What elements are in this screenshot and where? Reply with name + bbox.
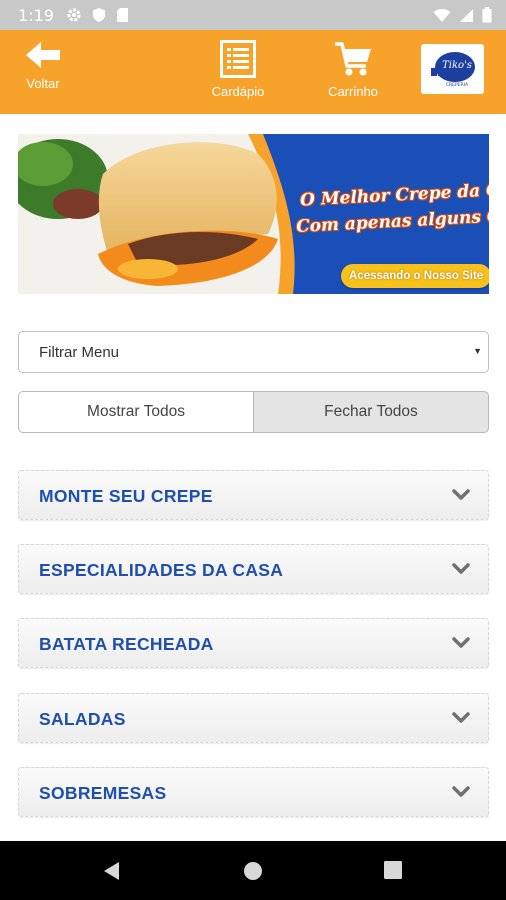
shopping-cart-icon xyxy=(335,42,371,76)
status-time: 1:19 xyxy=(18,6,54,25)
category-saladas[interactable]: SALADAS xyxy=(18,693,489,743)
nav-back-icon[interactable] xyxy=(102,861,122,881)
expand-toggle-group: Mostrar Todos Fechar Todos xyxy=(18,391,489,433)
wifi-icon xyxy=(433,8,451,22)
chevron-down-icon xyxy=(452,786,470,797)
filter-menu-select[interactable]: Filtrar Menu ▼ xyxy=(18,331,489,373)
back-label: Voltar xyxy=(26,76,60,91)
banner-headline: O Melhor Crepe da Cidade xyxy=(299,177,489,211)
category-title: SOBREMESAS xyxy=(39,783,167,803)
brand-logo[interactable]: Tiko's CREPERIA xyxy=(421,44,484,94)
filter-menu-value: Filtrar Menu xyxy=(39,344,120,361)
logo-subtext: CREPERIA xyxy=(445,82,468,88)
signal-icon xyxy=(460,8,473,22)
category-sobremesas[interactable]: SOBREMESAS xyxy=(18,767,489,817)
category-title: ESPECIALIDADES DA CASA xyxy=(39,560,284,580)
chevron-down-icon xyxy=(452,489,470,500)
menu-label: Cardápio xyxy=(211,84,265,99)
sd-card-icon xyxy=(117,8,128,22)
app-bar: Voltar Cardápio Carrinho Tiko's CREPERIA xyxy=(0,30,506,114)
cart-button[interactable]: Carrinho xyxy=(323,40,383,99)
system-navigation-bar xyxy=(0,841,506,900)
category-title: BATATA RECHEADA xyxy=(39,634,214,654)
menu-button[interactable]: Cardápio xyxy=(207,40,269,99)
close-all-button[interactable]: Fechar Todos xyxy=(254,391,489,433)
nav-recents-icon[interactable] xyxy=(384,861,402,879)
banner-cta-button[interactable]: Acessando o Nosso Site xyxy=(341,264,489,288)
cart-label: Carrinho xyxy=(328,84,378,99)
promo-banner[interactable]: O Melhor Crepe da Cidade Com apenas algu… xyxy=(18,134,489,294)
nav-home-icon[interactable] xyxy=(243,861,263,881)
chevron-down-icon xyxy=(452,563,470,574)
category-monte-seu-crepe[interactable]: MONTE SEU CREPE xyxy=(18,470,489,520)
menu-list-icon xyxy=(220,40,256,78)
brand-logo-image: Tiko's CREPERIA xyxy=(430,52,475,88)
category-especialidades-da-casa[interactable]: ESPECIALIDADES DA CASA xyxy=(18,544,489,594)
status-icons-left xyxy=(66,7,129,23)
shield-icon xyxy=(93,8,105,22)
category-title: MONTE SEU CREPE xyxy=(39,486,213,506)
category-title: SALADAS xyxy=(39,709,126,729)
crepe-food-image xyxy=(18,134,308,294)
status-icons-right xyxy=(433,7,492,23)
category-batata-recheada[interactable]: BATATA RECHEADA xyxy=(18,618,489,668)
arrow-left-icon xyxy=(26,42,60,68)
dropdown-arrow-icon: ▼ xyxy=(473,346,482,356)
show-all-button[interactable]: Mostrar Todos xyxy=(18,391,254,433)
logo-text: Tiko's xyxy=(442,60,472,71)
battery-icon xyxy=(482,7,492,23)
back-button[interactable]: Voltar xyxy=(24,40,62,91)
chevron-down-icon xyxy=(452,637,470,648)
gear-icon xyxy=(67,8,81,22)
status-bar: 1:19 xyxy=(0,0,506,30)
chevron-down-icon xyxy=(452,712,470,723)
